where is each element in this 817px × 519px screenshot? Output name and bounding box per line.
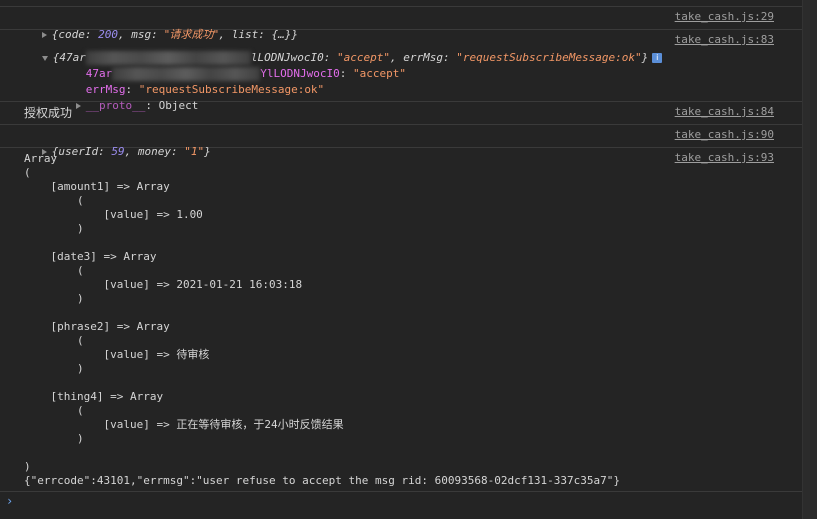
console-message-partial [0,0,802,7]
output-line: [phrase2] => Array [24,320,170,333]
output-line: ( [24,404,84,417]
output-line: [value] => 1.00 [24,208,203,221]
collapse-triangle-icon[interactable] [41,55,48,61]
console-message-user: {userId: 59, money: "1"} take_cash.js:90 [0,125,802,158]
property-key-suffix: YlLODNJwocI0 [260,67,340,80]
output-line: ( [24,264,84,277]
prompt-chevron-icon: › [6,494,14,508]
vertical-scrollbar[interactable] [802,0,817,519]
output-line: ) [24,222,84,235]
console-message-response: {code: 200, msg: "请求成功", list: {…}} take… [0,7,802,41]
output-line: [value] => 正在等待审核，于24小时反馈结果 [24,418,344,431]
redacted-block [85,51,251,65]
console-message-auth: 授权成功 take_cash.js:84 [0,102,802,125]
info-icon[interactable]: i [652,53,663,63]
output-line: [date3] => Array [24,250,157,263]
subscribe-errmsg-value: "requestSubscribeMessage:ok" [456,51,642,64]
output-line: [value] => 2021-01-21 16:03:18 [24,278,303,291]
output-line: [amount1] => Array [24,180,170,193]
source-link[interactable]: take_cash.js:93 [675,151,774,165]
output-line: ) [24,460,31,473]
output-line: ) [24,292,84,305]
source-link[interactable]: take_cash.js:84 [675,105,774,118]
source-link[interactable]: take_cash.js:83 [675,33,774,46]
subscribe-value: "accept" [336,51,390,64]
output-line: ) [24,362,84,375]
console-panel: {code: 200, msg: "请求成功", list: {…}} take… [0,0,802,519]
output-line: ( [24,334,84,347]
property-value: "requestSubscribeMessage:ok" [138,83,325,96]
subscribe-sep: : [323,51,337,64]
property-value: "accept" [352,67,406,80]
property-key: 47ar [85,67,113,80]
array-output: Array ( [amount1] => Array ( [value] => … [24,152,802,488]
console-prompt[interactable]: › [0,492,802,512]
output-line: [thing4] => Array [24,390,164,403]
console-message-subscribe: {47ar lLODNJwocI0: "accept", errMsg: "req… [0,30,802,112]
subscribe-errmsg-key: , errMsg: [389,51,457,64]
output-line: [value] => 待审核 [24,348,210,361]
output-line: ( [24,166,31,179]
source-link[interactable]: take_cash.js:90 [675,128,774,141]
property-key: errMsg [85,83,126,96]
source-link[interactable]: take_cash.js:29 [675,10,774,23]
console-message-array: Array ( [amount1] => Array ( [value] => … [0,148,802,492]
output-line: ) [24,432,84,445]
redacted-block [112,67,261,81]
subscribe-close: } [641,51,649,64]
subscribe-key: lLODNJwocI0 [250,51,324,64]
subscribe-prefix: {47ar [52,51,86,64]
output-line: {"errcode":43101,"errmsg":"user refuse t… [24,474,621,487]
output-line: ( [24,194,84,207]
